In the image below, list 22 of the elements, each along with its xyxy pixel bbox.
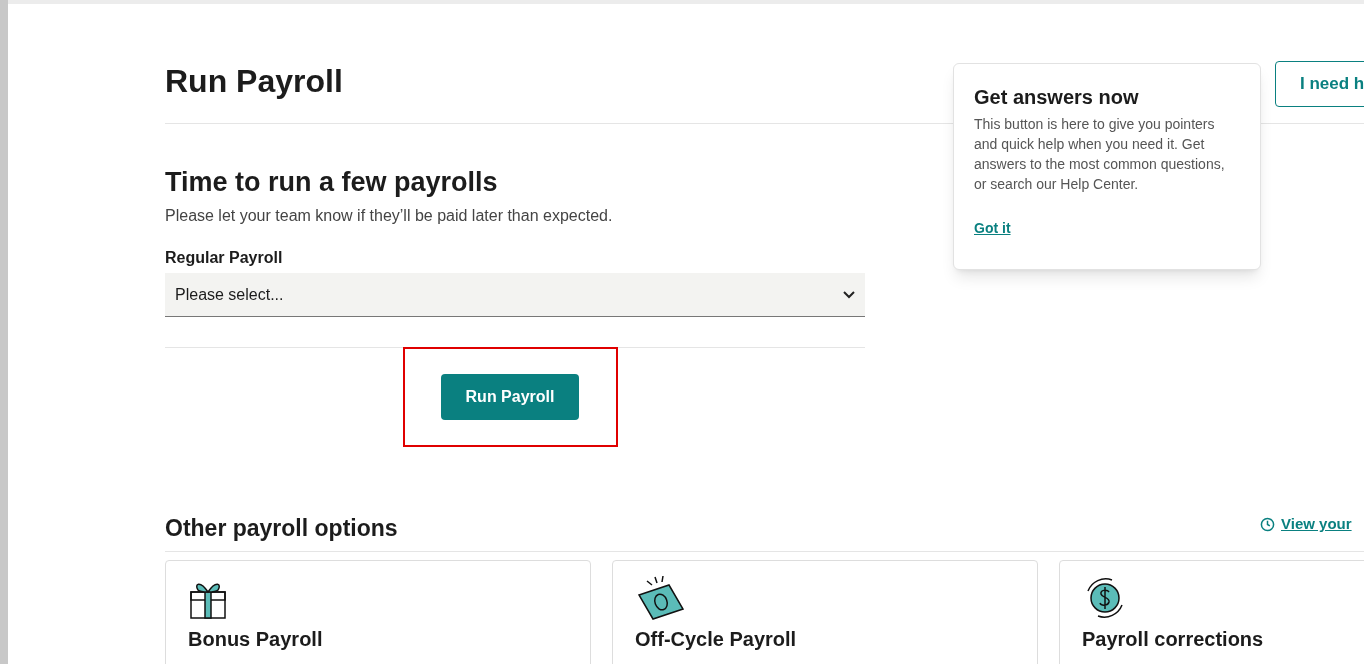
run-payroll-button[interactable]: Run Payroll [441, 374, 579, 420]
card-title: Bonus Payroll [188, 627, 324, 651]
section-title: Other payroll options [165, 514, 398, 543]
chevron-down-icon [843, 290, 855, 299]
money-bill-icon [635, 575, 687, 621]
payroll-option-card[interactable]: Payroll corrections [1059, 560, 1364, 664]
payroll-option-card[interactable]: Bonus Payroll [165, 560, 591, 664]
payroll-select[interactable]: Please select... [165, 273, 865, 317]
card-title: Off-Cycle Payroll [635, 627, 798, 651]
field-label: Regular Payroll [165, 248, 284, 268]
help-button[interactable]: I need h [1275, 61, 1364, 107]
scrollbar[interactable] [0, 0, 8, 664]
page-title: Run Payroll [165, 62, 343, 101]
tooltip-title: Get answers now [974, 85, 1140, 110]
history-link[interactable]: View your [1260, 513, 1352, 536]
section-subtitle: Please let your team know if they’ll be paid later than expected. [165, 206, 614, 226]
card-title: Payroll corrections [1082, 627, 1265, 651]
tooltip-body: This button is here to give you pointers and quick help when you need it. Get answers to the most common questions, or search our Help Center. [974, 115, 1226, 194]
payroll-option-card[interactable]: Off-Cycle Payroll [612, 560, 1038, 664]
clock-icon [1260, 517, 1275, 532]
section-title: Time to run a few payrolls [165, 166, 499, 199]
got-it-link[interactable]: Got it [974, 218, 1011, 239]
